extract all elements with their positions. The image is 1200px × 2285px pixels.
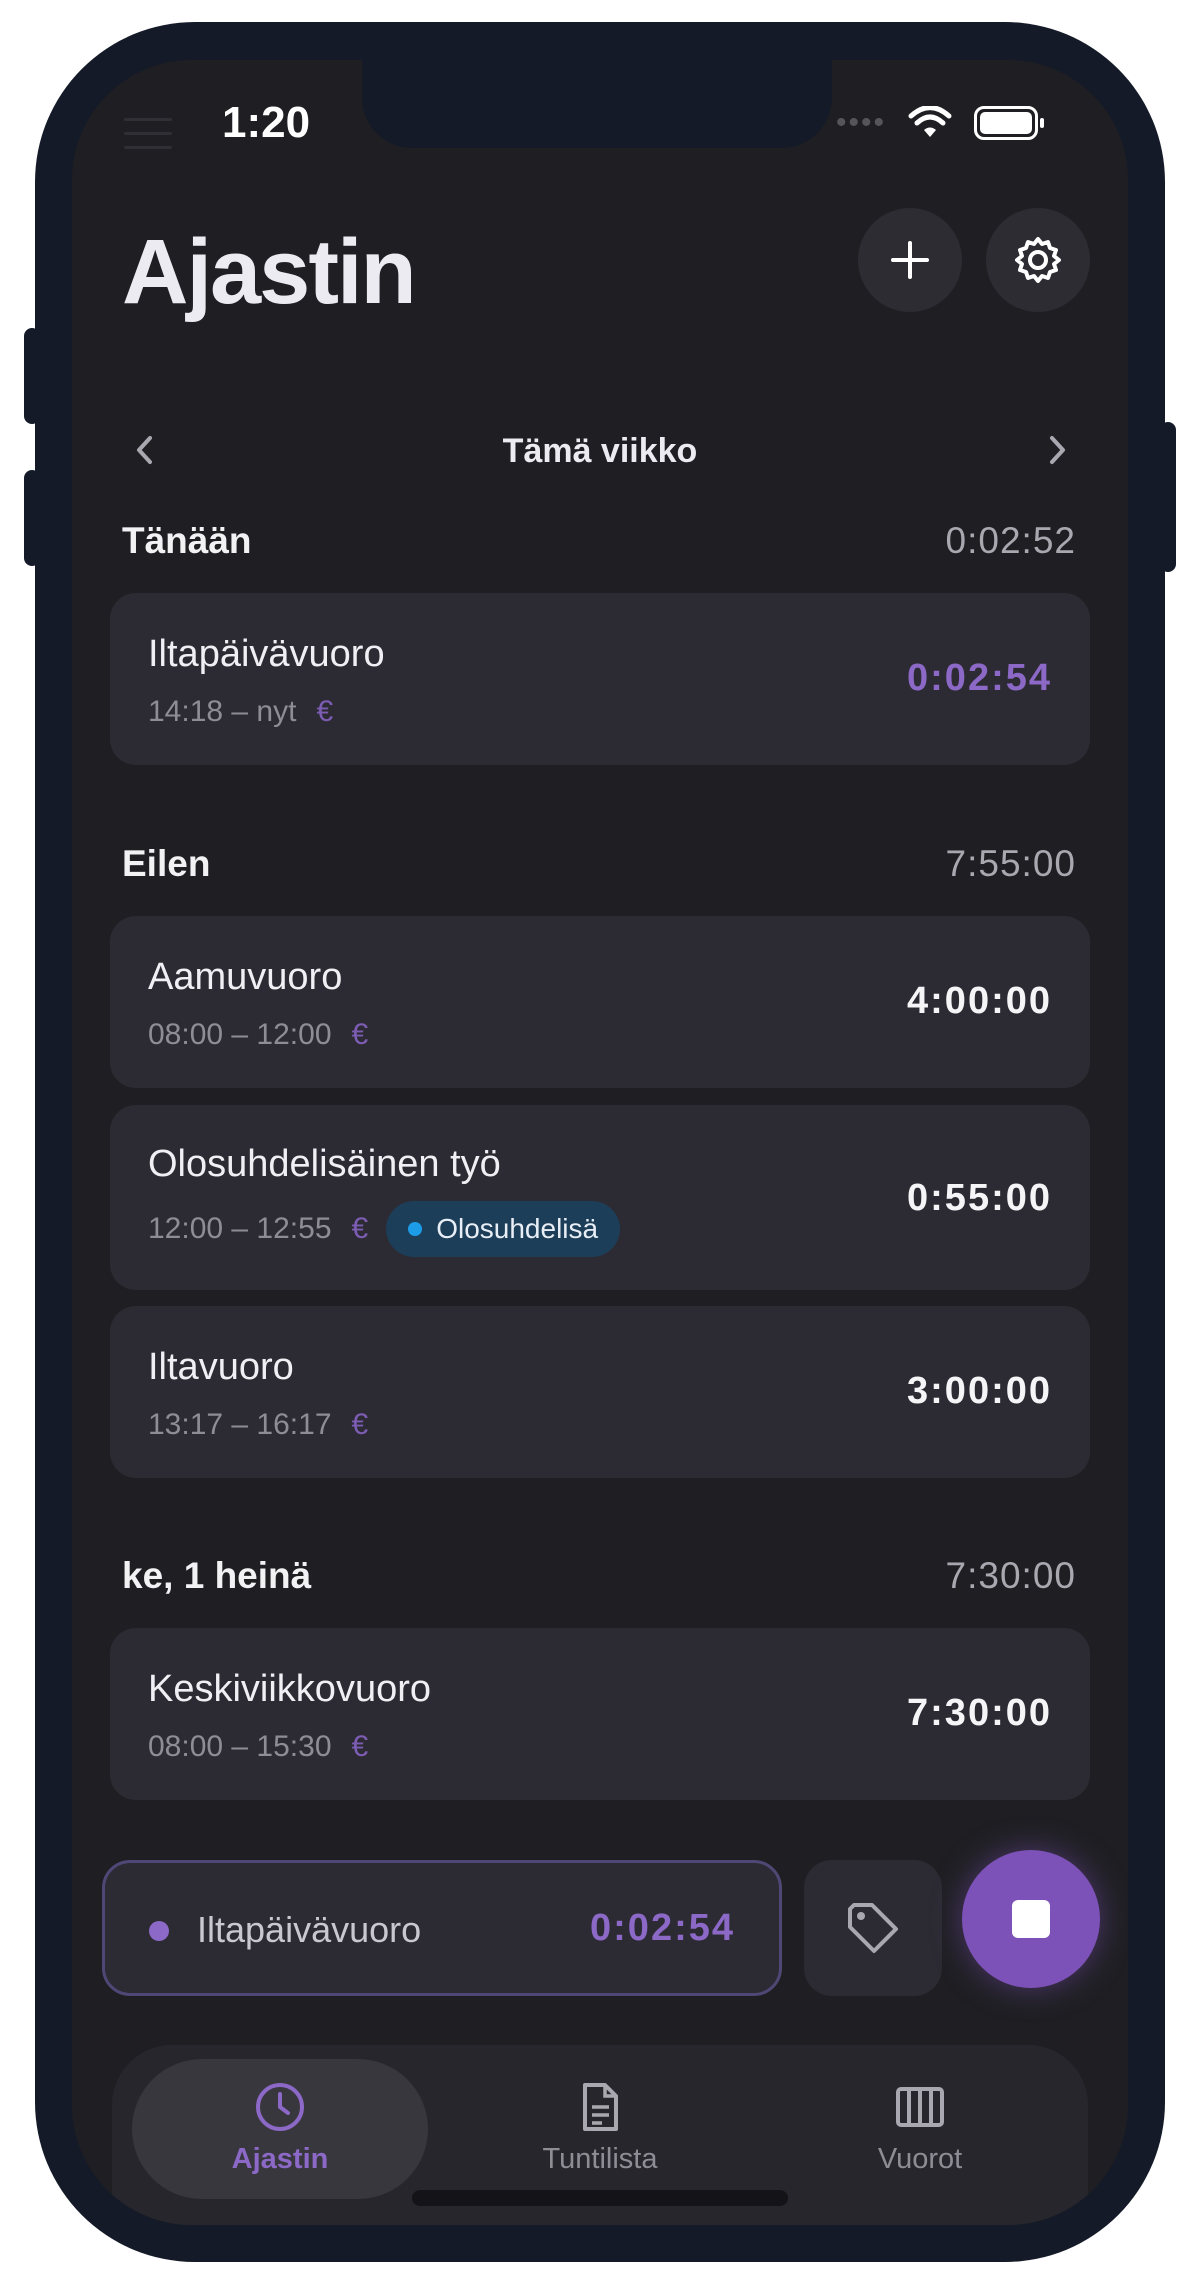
- entry-time-range: 08:00 – 15:30: [148, 1730, 332, 1763]
- settings-button[interactable]: [986, 208, 1090, 312]
- entry-time-range: 08:00 – 12:00: [148, 1018, 332, 1051]
- section-day: ke, 1 heinä: [122, 1555, 312, 1596]
- status-time: 1:20: [222, 98, 311, 147]
- document-icon: [583, 2083, 618, 2131]
- page-title: Ajastin: [122, 221, 417, 323]
- recording-dot: [149, 1921, 169, 1941]
- time-entry-card[interactable]: Keskiviikkovuoro 08:00 – 15:30 € 7:30:00: [110, 1628, 1090, 1800]
- chevron-right-icon[interactable]: [1042, 432, 1072, 468]
- tab-label: Tuntilista: [542, 2143, 658, 2175]
- entry-name: Iltapäivävuoro: [148, 633, 385, 675]
- status-icons: ••••: [835, 106, 1044, 140]
- section-day: Tänään: [122, 520, 252, 561]
- tab-label: Ajastin: [231, 2143, 329, 2175]
- home-indicator: [412, 2190, 788, 2206]
- volume-down-button: [24, 470, 40, 566]
- entry-duration: 4:00:00: [907, 980, 1052, 1022]
- tab-label: Vuorot: [877, 2143, 963, 2175]
- euro-icon: €: [351, 1212, 369, 1245]
- euro-icon: €: [351, 1018, 369, 1051]
- entry-meta: 14:18 – nyt €: [148, 695, 333, 729]
- euro-icon: €: [351, 1408, 369, 1441]
- entry-meta: 13:17 – 16:17 €: [148, 1408, 368, 1442]
- section-total: 7:55:00: [945, 843, 1076, 884]
- wifi-icon: [908, 106, 952, 137]
- entry-name: Olosuhdelisäinen työ: [148, 1143, 501, 1185]
- app-screen: 1:20 •••• Ajastin Tämä viikko Tänään 0:0…: [72, 60, 1128, 2225]
- notch: [362, 60, 832, 148]
- running-timer-elapsed: 0:02:54: [590, 1907, 735, 1949]
- gear-icon: [1015, 237, 1061, 283]
- running-timer-name: Iltapäivävuoro: [197, 1909, 422, 1950]
- running-timer-bar[interactable]: Iltapäivävuoro 0:02:54: [102, 1860, 782, 1996]
- euro-icon: €: [316, 695, 334, 728]
- section-header-wednesday: ke, 1 heinä 7:30:00: [122, 1555, 1076, 1605]
- entry-meta: 12:00 – 12:55 € Olosuhdelisä: [148, 1201, 621, 1257]
- category-tag: Olosuhdelisä: [386, 1201, 621, 1257]
- time-entry-card[interactable]: Iltavuoro 13:17 – 16:17 € 3:00:00: [110, 1306, 1090, 1478]
- section-header-yesterday: Eilen 7:55:00: [122, 843, 1076, 893]
- power-button: [1160, 422, 1176, 572]
- tag-button[interactable]: [804, 1860, 942, 1996]
- section-total: 7:30:00: [945, 1555, 1076, 1596]
- tag-icon: [848, 1903, 898, 1953]
- entry-duration: 3:00:00: [907, 1370, 1052, 1412]
- tag-dot: [408, 1222, 423, 1236]
- tab-vuorot[interactable]: Vuorot: [772, 2059, 1068, 2199]
- stop-icon: [1012, 1900, 1050, 1938]
- section-total: 0:02:52: [945, 520, 1076, 561]
- volume-up-button: [24, 328, 40, 424]
- entry-name: Aamuvuoro: [148, 956, 343, 998]
- entry-name: Keskiviikkovuoro: [148, 1668, 431, 1710]
- entry-time-range: 12:00 – 12:55: [148, 1212, 332, 1245]
- dots-icon: ••••: [835, 106, 886, 139]
- entry-meta: 08:00 – 12:00 €: [148, 1018, 368, 1052]
- week-label: Tämä viikko: [502, 432, 698, 470]
- menu-icon: [124, 118, 172, 160]
- time-entry-card[interactable]: Iltapäivävuoro 14:18 – nyt € 0:02:54: [110, 593, 1090, 765]
- stop-button[interactable]: [962, 1850, 1100, 1988]
- section-day: Eilen: [122, 843, 211, 884]
- tab-ajastin[interactable]: Ajastin: [132, 2059, 428, 2199]
- entry-time-range: 14:18 – nyt: [148, 695, 297, 728]
- entry-name: Iltavuoro: [148, 1346, 294, 1388]
- add-button[interactable]: [858, 208, 962, 312]
- time-entry-card[interactable]: Aamuvuoro 08:00 – 12:00 € 4:00:00: [110, 916, 1090, 1088]
- entry-duration: 7:30:00: [907, 1692, 1052, 1734]
- week-navigator: Tämä viikko: [72, 410, 1128, 490]
- clock-icon: [256, 2083, 304, 2131]
- entry-duration: 0:55:00: [907, 1177, 1052, 1219]
- columns-icon: [896, 2087, 944, 2127]
- euro-icon: €: [351, 1730, 369, 1763]
- section-header-today: Tänään 0:02:52: [122, 520, 1076, 570]
- tab-tuntilista[interactable]: Tuntilista: [452, 2059, 748, 2199]
- entry-duration: 0:02:54: [907, 657, 1052, 699]
- plus-icon: [891, 241, 929, 279]
- entry-meta: 08:00 – 15:30 €: [148, 1730, 368, 1764]
- entry-time-range: 13:17 – 16:17: [148, 1408, 332, 1441]
- tag-label: Olosuhdelisä: [436, 1213, 599, 1244]
- battery-icon: [974, 106, 1044, 140]
- time-entry-card[interactable]: Olosuhdelisäinen työ 12:00 – 12:55 € Olo…: [110, 1105, 1090, 1290]
